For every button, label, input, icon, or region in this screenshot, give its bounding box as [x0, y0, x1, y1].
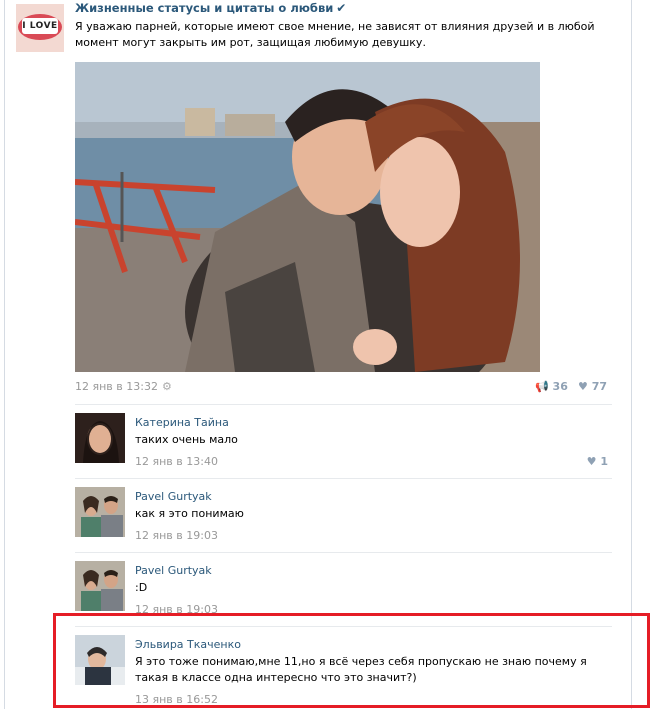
commenter-photo — [75, 561, 125, 611]
like-button[interactable]: ♥ 77 — [578, 380, 607, 393]
post-date[interactable]: 12 янв в 13:32 ⚙ — [75, 380, 172, 393]
comment-date[interactable]: 12 янв в 13:40 — [135, 455, 218, 468]
comment-text: Я это тоже понимаю,мне 11,но я всё через… — [135, 655, 587, 684]
share-count: 36 — [552, 380, 568, 393]
couple-photo-illustration — [75, 62, 540, 372]
commenter-photo — [75, 635, 125, 685]
comment-item: Эльвира Ткаченко Я это тоже понимаю,мне … — [75, 626, 612, 706]
post-date-text: 12 янв в 13:32 — [75, 380, 158, 393]
comment-item: Pavel Gurtyak :D 12 янв в 19:03 — [75, 552, 612, 622]
comment-author-link[interactable]: Pavel Gurtyak — [135, 490, 212, 503]
avatar[interactable] — [75, 487, 125, 537]
comment-author-link[interactable]: Pavel Gurtyak — [135, 564, 212, 577]
group-name-link[interactable]: Жизненные статусы и цитаты о любви ✔ — [75, 1, 346, 15]
comment-item: Катерина Тайна таких очень мало 12 янв в… — [75, 404, 612, 474]
comment-date[interactable]: 13 янв в 16:52 — [135, 693, 218, 706]
group-name-text: Жизненные статусы и цитаты о любви — [75, 1, 334, 15]
comment-text: как я это понимаю — [135, 507, 244, 520]
megaphone-icon: 📢 — [535, 380, 549, 393]
comment-like-button[interactable]: ♥ 1 — [587, 455, 608, 468]
commenter-photo — [75, 413, 125, 463]
heart-icon: ♥ — [586, 455, 597, 468]
comment-item: Pavel Gurtyak как я это понимаю 12 янв в… — [75, 478, 612, 548]
share-button[interactable]: 📢 36 — [535, 380, 568, 393]
post-text: Я уважаю парней, которые имеют свое мнен… — [75, 20, 595, 49]
comment-author-link[interactable]: Эльвира Ткаченко — [135, 638, 241, 651]
avatar[interactable] — [75, 635, 125, 685]
like-count: 77 — [591, 380, 608, 393]
avatar[interactable] — [75, 413, 125, 463]
post-photo[interactable] — [75, 62, 540, 372]
commenter-photo — [75, 487, 125, 537]
comment-like-count: 1 — [600, 455, 608, 468]
comment-text: :D — [135, 581, 148, 594]
comment-text: таких очень мало — [135, 433, 238, 446]
avatar-logo-text: I LOVE — [22, 18, 58, 34]
comment-date[interactable]: 12 янв в 19:03 — [135, 603, 218, 616]
avatar[interactable] — [75, 561, 125, 611]
check-icon: ✔ — [336, 1, 347, 15]
comment-date[interactable]: 12 янв в 19:03 — [135, 529, 218, 542]
heart-icon: ♥ — [578, 380, 588, 393]
comment-author-link[interactable]: Катерина Тайна — [135, 416, 229, 429]
group-avatar[interactable]: I LOVE — [16, 4, 64, 52]
gear-icon[interactable]: ⚙ — [162, 380, 172, 393]
